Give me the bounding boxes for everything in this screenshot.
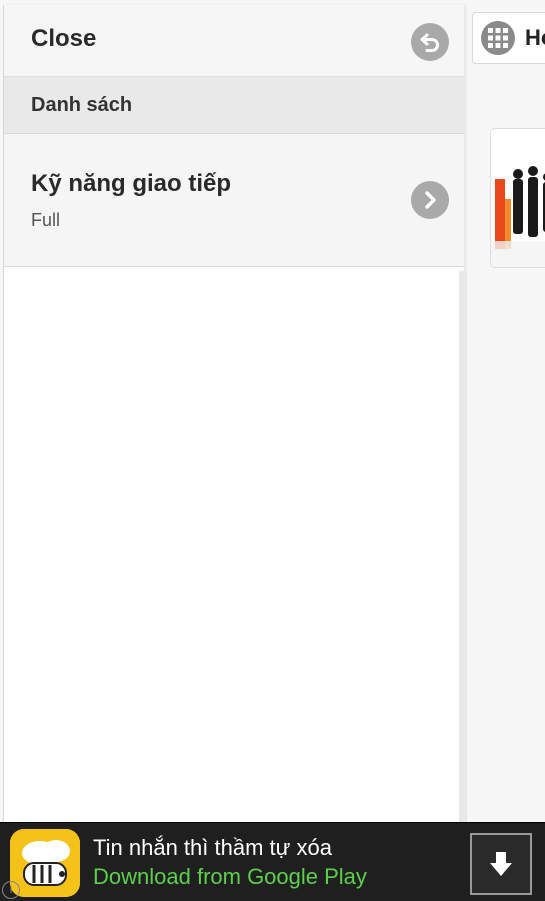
side-panel: Close Danh sách Kỹ năng giao tiếp Full [3,5,467,827]
undo-arrow-icon[interactable] [411,23,449,61]
app-header[interactable]: Ho [472,12,545,64]
article-thumbnail[interactable] [490,128,545,268]
list-item[interactable]: Kỹ năng giao tiếp Full [4,134,464,267]
section-label: Danh sách [31,94,133,116]
app-title: Ho [525,25,545,50]
close-label: Close [31,25,97,52]
ad-info-icon[interactable]: i [2,881,20,899]
panel-edge [459,271,467,827]
grid-icon[interactable] [481,21,515,55]
download-arrow-icon[interactable] [470,833,532,895]
ad-title[interactable]: Tin nhắn thì thầm tự xóa [93,835,332,861]
list-item-title: Kỹ năng giao tiếp [31,170,232,197]
section-header: Danh sách [4,77,464,134]
ad-banner[interactable]: Tin nhắn thì thầm tự xóa Download from G… [0,822,545,901]
close-bar[interactable]: Close [4,5,464,77]
chevron-right-icon[interactable] [411,181,449,219]
ad-subtitle[interactable]: Download from Google Play [93,864,367,890]
list-item-subtitle: Full [31,210,61,230]
app-logo-icon[interactable] [10,829,80,897]
